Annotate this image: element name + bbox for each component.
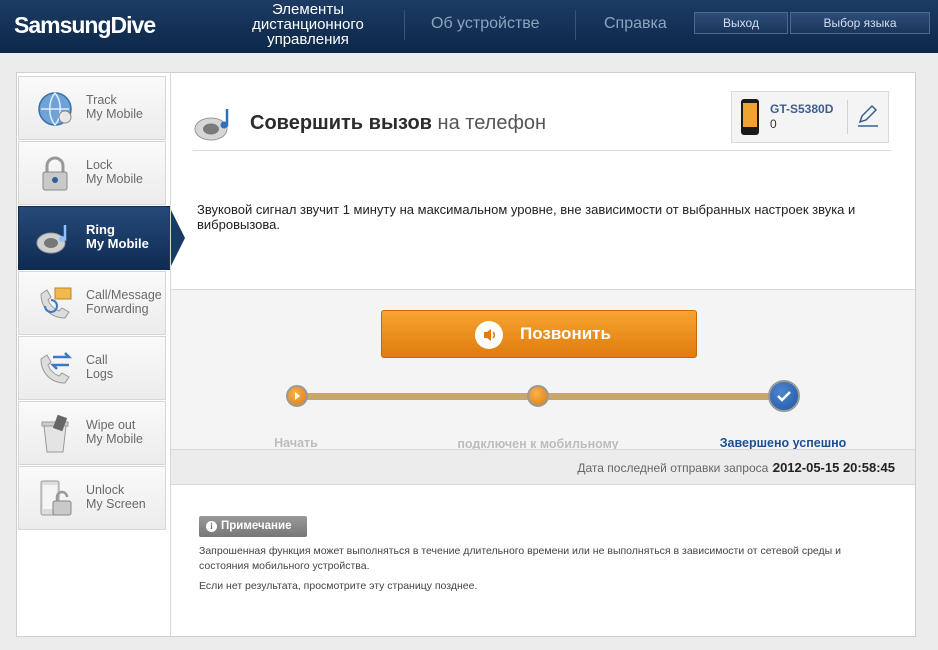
sidebar-item-track[interactable]: Track My Mobile	[18, 76, 166, 140]
last-request-bar: Дата последней отправки запроса : 2012-0…	[171, 449, 915, 485]
step-connected-marker	[527, 385, 549, 407]
description-text: Звуковой сигнал звучит 1 минуту на макси…	[197, 202, 856, 232]
wipe-icon	[41, 414, 69, 453]
sidebar-item-label: Call/Message Forwarding	[86, 288, 162, 316]
sidebar-item-forwarding[interactable]: Call/Message Forwarding	[18, 271, 166, 335]
note-text-secondary: Если нет результата, просмотрите эту стр…	[199, 580, 478, 592]
step-label-start: Начать	[274, 436, 318, 450]
sidebar-item-ring[interactable]: Ring My Mobile	[18, 206, 185, 270]
language-button[interactable]: Выбор языка	[790, 12, 930, 34]
nav-divider	[575, 10, 576, 40]
call-logs-icon	[40, 352, 73, 384]
note-label: Примечание	[221, 520, 292, 532]
nav-divider	[404, 10, 405, 40]
sidebar-item-wipe[interactable]: Wipe out My Mobile	[18, 401, 166, 465]
step-label-complete: Завершено успешно	[719, 436, 847, 450]
sidebar-item-label: Unlock My Screen	[86, 483, 146, 511]
sidebar: Track My Mobile Lock My Mobile Ring My M…	[17, 73, 185, 636]
action-area: Позвонить Начать подключен к мобильному …	[171, 289, 915, 467]
note-badge: i Примечание	[199, 516, 307, 537]
step-start-marker	[286, 385, 308, 407]
unlock-icon	[40, 480, 72, 516]
last-request-value: 2012-05-15 20:58:45	[772, 460, 895, 475]
padlock-icon	[42, 156, 68, 191]
device-model: GT-S5380D	[770, 102, 834, 116]
call-button[interactable]: Позвонить	[381, 310, 697, 358]
sidebar-item-label: Ring My Mobile	[86, 222, 149, 251]
nav-help[interactable]: Справка	[604, 15, 667, 33]
globe-icon	[38, 92, 72, 126]
call-button-label: Позвонить	[520, 324, 611, 343]
last-request-label: Дата последней отправки запроса :	[577, 461, 775, 475]
divider	[847, 100, 848, 134]
note-text: Запрошенная функция может выполняться в …	[199, 545, 841, 572]
speaker-icon	[194, 109, 229, 141]
nav-remote-controls[interactable]: Элементы дистанционного управления	[226, 2, 390, 47]
speaker-icon	[36, 225, 67, 254]
sidebar-item-unlock[interactable]: Unlock My Screen	[18, 466, 166, 530]
step-complete-marker	[768, 380, 800, 412]
forward-call-icon	[40, 287, 72, 319]
device-number: 0	[770, 117, 777, 131]
logo[interactable]: SamsungDive	[14, 12, 156, 39]
main-panel: Совершить вызов на телефон GT-S5380D 0 З…	[170, 73, 915, 636]
sidebar-item-call-logs[interactable]: Call Logs	[18, 336, 166, 400]
sidebar-item-label: Track My Mobile	[86, 93, 143, 121]
content-frame: Track My Mobile Lock My Mobile Ring My M…	[16, 72, 916, 637]
phone-icon	[741, 99, 759, 135]
info-icon: i	[206, 521, 217, 532]
sidebar-item-label: Wipe out My Mobile	[86, 418, 143, 446]
top-bar: SamsungDive Элементы дистанционного упра…	[0, 0, 938, 53]
edit-pencil-icon[interactable]	[856, 104, 880, 128]
page-title-sub: на телефон	[437, 112, 547, 134]
logout-button[interactable]: Выход	[694, 12, 788, 34]
page-title-main: Совершить вызов	[250, 112, 432, 134]
sidebar-item-label: Call Logs	[86, 353, 114, 381]
page-title: Совершить вызов на телефон	[250, 112, 546, 135]
speaker-icon	[475, 321, 503, 349]
device-card: GT-S5380D 0	[731, 91, 889, 143]
nav-about-device[interactable]: Об устройстве	[431, 15, 539, 33]
sidebar-item-lock[interactable]: Lock My Mobile	[18, 141, 166, 205]
sidebar-item-label: Lock My Mobile	[86, 158, 143, 186]
